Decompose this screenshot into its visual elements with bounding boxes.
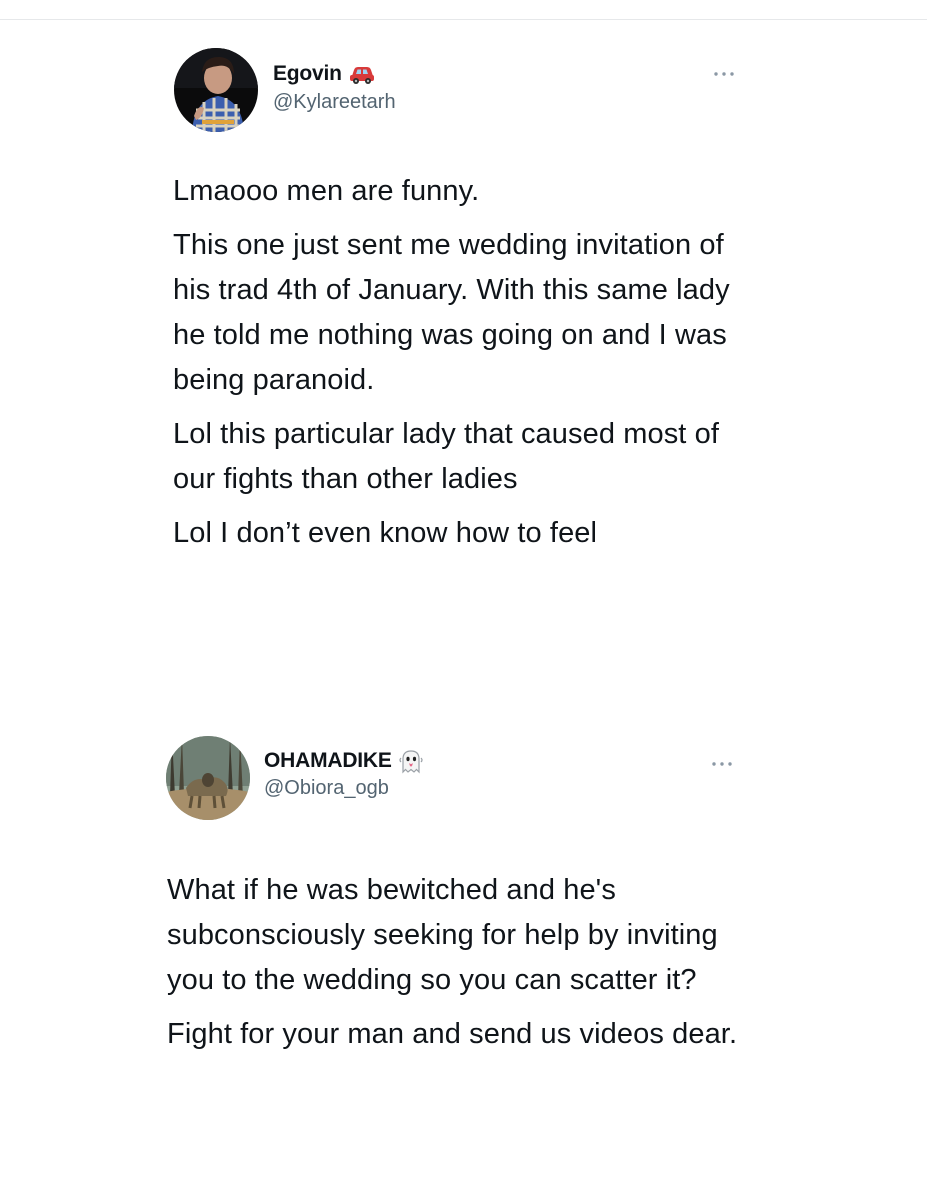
tweet-text: What if he was bewitched and he's subcon… [167, 868, 867, 1066]
more-options-icon [712, 762, 732, 766]
more-options-button[interactable] [709, 64, 739, 84]
avatar[interactable] [174, 48, 258, 132]
tweet-paragraph: Lol I don’t even know how to feel [173, 517, 598, 549]
avatar-photo-icon [166, 736, 250, 820]
tweet-paragraph: This one just sent me wedding invitation… [173, 229, 730, 396]
author-name-row[interactable]: OHAMADIKE [264, 748, 424, 774]
tweet-text: Lmaooo men are funny. This one just sent… [173, 169, 873, 565]
ghost-icon [398, 748, 424, 774]
display-name[interactable]: Egovin [273, 62, 342, 86]
avatar-photo-icon [174, 48, 258, 132]
tweet-paragraph: Lmaooo men are funny. [173, 175, 480, 207]
top-divider [0, 19, 927, 20]
handle[interactable]: @Kylareetarh [273, 91, 396, 114]
tweet-paragraph: Lol this particular lady that caused mos… [173, 418, 720, 495]
red-car-icon [348, 63, 376, 85]
author-name-row[interactable]: Egovin [273, 62, 376, 86]
avatar[interactable] [166, 736, 250, 820]
tweet-paragraph: Fight for your man and send us videos de… [167, 1018, 738, 1050]
display-name[interactable]: OHAMADIKE [264, 749, 392, 773]
handle[interactable]: @Obiora_ogb [264, 777, 389, 800]
more-options-icon [714, 72, 734, 76]
tweet-paragraph: What if he was bewitched and he's subcon… [167, 874, 718, 996]
more-options-button[interactable] [707, 754, 737, 774]
